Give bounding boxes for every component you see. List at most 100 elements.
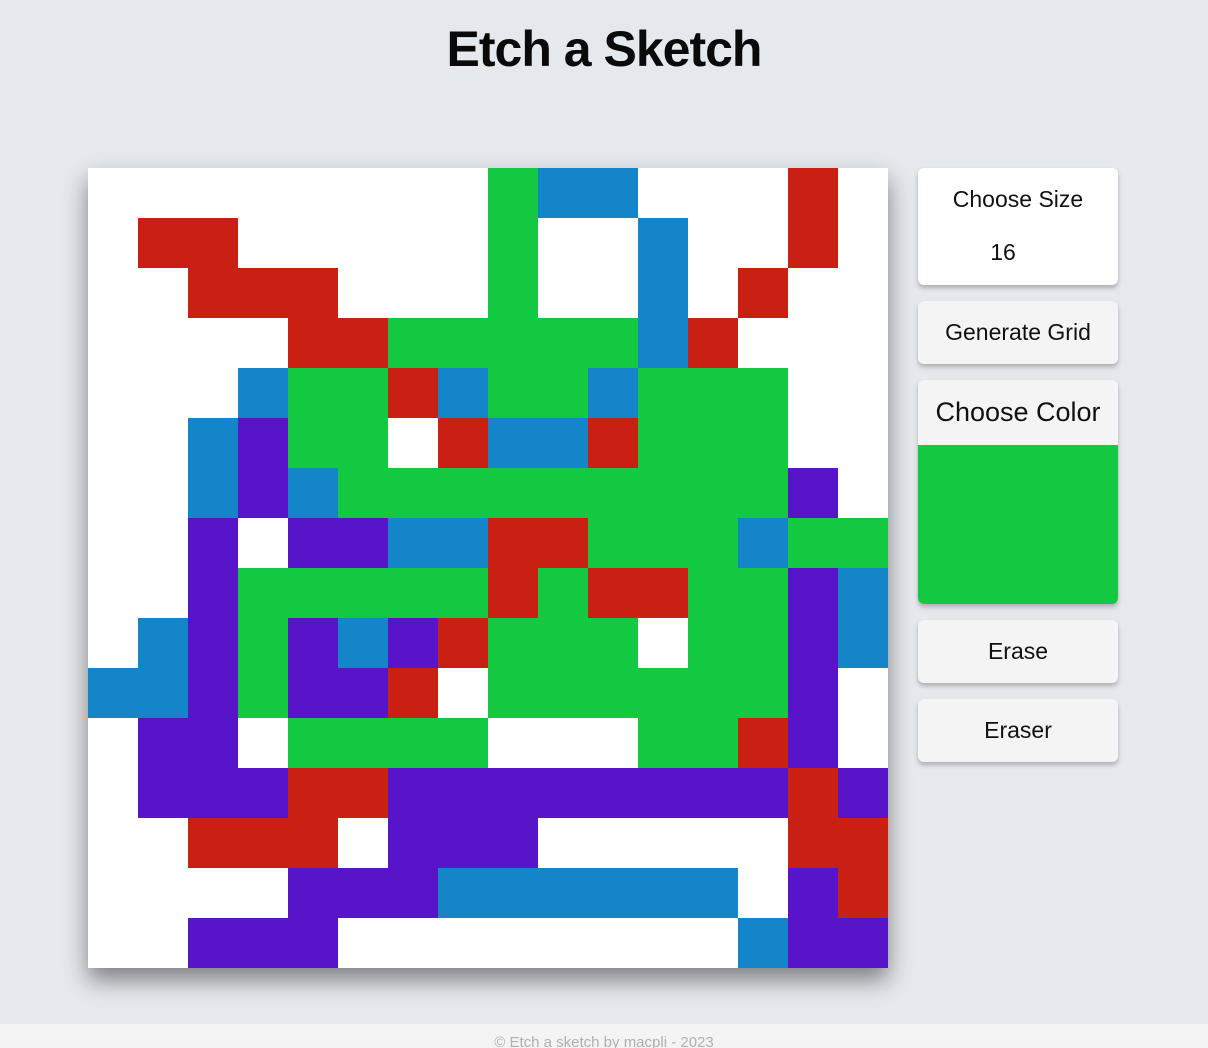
grid-cell[interactable] bbox=[288, 818, 338, 868]
grid-cell[interactable] bbox=[288, 468, 338, 518]
grid-cell[interactable] bbox=[138, 468, 188, 518]
grid-cell[interactable] bbox=[638, 518, 688, 568]
grid-cell[interactable] bbox=[338, 868, 388, 918]
grid-cell[interactable] bbox=[688, 768, 738, 818]
grid-cell[interactable] bbox=[838, 918, 888, 968]
grid-cell[interactable] bbox=[788, 218, 838, 268]
grid-cell[interactable] bbox=[338, 818, 388, 868]
grid-cell[interactable] bbox=[338, 718, 388, 768]
grid-cell[interactable] bbox=[388, 868, 438, 918]
grid-cell[interactable] bbox=[388, 218, 438, 268]
grid-cell[interactable] bbox=[88, 818, 138, 868]
grid-cell[interactable] bbox=[488, 268, 538, 318]
grid-cell[interactable] bbox=[338, 468, 388, 518]
grid-cell[interactable] bbox=[838, 768, 888, 818]
grid-cell[interactable] bbox=[188, 468, 238, 518]
grid-cell[interactable] bbox=[738, 568, 788, 618]
grid-cell[interactable] bbox=[88, 218, 138, 268]
grid-cell[interactable] bbox=[588, 768, 638, 818]
grid-cell[interactable] bbox=[638, 618, 688, 668]
grid-cell[interactable] bbox=[88, 268, 138, 318]
grid-cell[interactable] bbox=[788, 568, 838, 618]
grid-cell[interactable] bbox=[788, 318, 838, 368]
grid-cell[interactable] bbox=[788, 668, 838, 718]
grid-cell[interactable] bbox=[488, 218, 538, 268]
grid-cell[interactable] bbox=[88, 418, 138, 468]
grid-cell[interactable] bbox=[388, 468, 438, 518]
grid-cell[interactable] bbox=[338, 668, 388, 718]
grid-cell[interactable] bbox=[538, 918, 588, 968]
grid-cell[interactable] bbox=[638, 268, 688, 318]
grid-cell[interactable] bbox=[438, 268, 488, 318]
grid-cell[interactable] bbox=[838, 618, 888, 668]
grid-cell[interactable] bbox=[538, 468, 588, 518]
grid-cell[interactable] bbox=[638, 868, 688, 918]
grid-cell[interactable] bbox=[138, 168, 188, 218]
grid-cell[interactable] bbox=[488, 868, 538, 918]
grid-cell[interactable] bbox=[238, 768, 288, 818]
grid-cell[interactable] bbox=[188, 268, 238, 318]
grid-cell[interactable] bbox=[338, 568, 388, 618]
grid-cell[interactable] bbox=[788, 268, 838, 318]
grid-cell[interactable] bbox=[538, 218, 588, 268]
grid-cell[interactable] bbox=[838, 468, 888, 518]
grid-cell[interactable] bbox=[388, 668, 438, 718]
grid-cell[interactable] bbox=[238, 918, 288, 968]
grid-cell[interactable] bbox=[388, 368, 438, 418]
grid-cell[interactable] bbox=[788, 918, 838, 968]
grid-cell[interactable] bbox=[588, 468, 638, 518]
grid-cell[interactable] bbox=[488, 168, 538, 218]
grid-cell[interactable] bbox=[238, 468, 288, 518]
grid-cell[interactable] bbox=[438, 168, 488, 218]
grid-cell[interactable] bbox=[788, 618, 838, 668]
grid-cell[interactable] bbox=[588, 868, 638, 918]
grid-cell[interactable] bbox=[638, 218, 688, 268]
grid-cell[interactable] bbox=[588, 418, 638, 468]
eraser-button[interactable]: Eraser bbox=[918, 699, 1118, 762]
grid-cell[interactable] bbox=[288, 168, 338, 218]
grid-cell[interactable] bbox=[538, 768, 588, 818]
grid-cell[interactable] bbox=[138, 368, 188, 418]
grid-cell[interactable] bbox=[488, 368, 538, 418]
color-picker-swatch[interactable] bbox=[918, 445, 1118, 604]
grid-cell[interactable] bbox=[438, 618, 488, 668]
grid-cell[interactable] bbox=[138, 918, 188, 968]
grid-cell[interactable] bbox=[838, 718, 888, 768]
grid-cell[interactable] bbox=[588, 518, 638, 568]
grid-cell[interactable] bbox=[838, 318, 888, 368]
grid-cell[interactable] bbox=[838, 218, 888, 268]
grid-cell[interactable] bbox=[338, 418, 388, 468]
grid-cell[interactable] bbox=[88, 718, 138, 768]
grid-cell[interactable] bbox=[638, 568, 688, 618]
grid-cell[interactable] bbox=[388, 618, 438, 668]
grid-cell[interactable] bbox=[438, 518, 488, 568]
grid-cell[interactable] bbox=[288, 368, 338, 418]
grid-cell[interactable] bbox=[738, 818, 788, 868]
grid-cell[interactable] bbox=[138, 418, 188, 468]
grid-cell[interactable] bbox=[838, 518, 888, 568]
grid-cell[interactable] bbox=[338, 268, 388, 318]
erase-button[interactable]: Erase bbox=[918, 620, 1118, 683]
grid-cell[interactable] bbox=[288, 718, 338, 768]
grid-cell[interactable] bbox=[188, 618, 238, 668]
grid-cell[interactable] bbox=[838, 168, 888, 218]
grid-cell[interactable] bbox=[438, 768, 488, 818]
grid-cell[interactable] bbox=[738, 368, 788, 418]
grid-cell[interactable] bbox=[838, 268, 888, 318]
grid-cell[interactable] bbox=[388, 268, 438, 318]
grid-cell[interactable] bbox=[188, 568, 238, 618]
grid-cell[interactable] bbox=[638, 668, 688, 718]
grid-cell[interactable] bbox=[488, 918, 538, 968]
grid-cell[interactable] bbox=[538, 518, 588, 568]
grid-cell[interactable] bbox=[588, 718, 638, 768]
grid-cell[interactable] bbox=[438, 468, 488, 518]
grid-cell[interactable] bbox=[738, 168, 788, 218]
grid-cell[interactable] bbox=[638, 818, 688, 868]
grid-cell[interactable] bbox=[788, 818, 838, 868]
grid-cell[interactable] bbox=[438, 218, 488, 268]
grid-cell[interactable] bbox=[388, 418, 438, 468]
grid-cell[interactable] bbox=[438, 818, 488, 868]
grid-cell[interactable] bbox=[288, 568, 338, 618]
grid-cell[interactable] bbox=[738, 668, 788, 718]
grid-cell[interactable] bbox=[588, 218, 638, 268]
